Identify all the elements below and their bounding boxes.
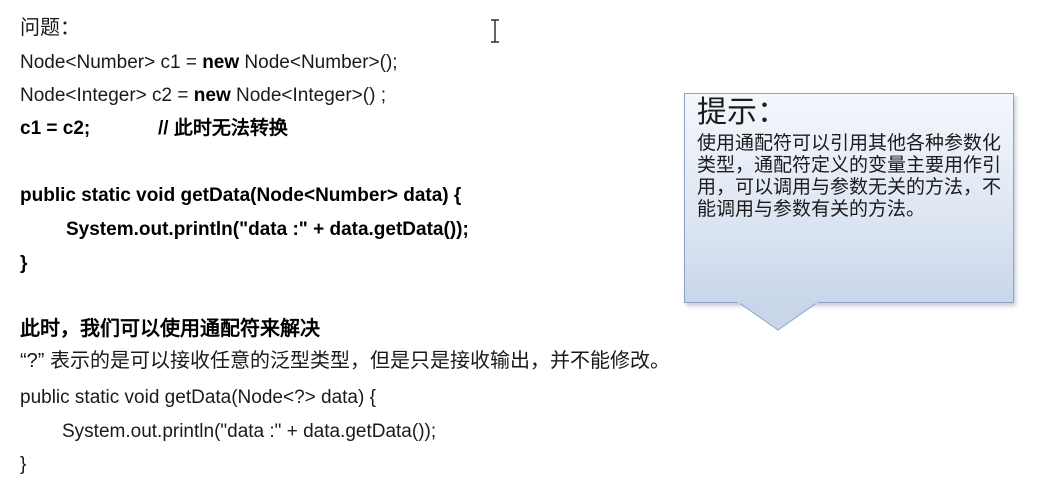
text-cursor-icon: [491, 19, 499, 43]
code-line-c1: Node<Number> c1 = new Node<Number>();: [20, 51, 398, 75]
keyword-new: new: [193, 85, 231, 106]
question-heading: 问题：: [20, 17, 80, 39]
method-signature-number: public static void getData(Node<Number> …: [20, 185, 462, 206]
method-close-brace-wildcard: }: [20, 454, 27, 475]
code-line-c2: Node<Integer> c2 = new Node<Integer>() ;: [20, 84, 386, 108]
solution-heading: 此时，我们可以使用通配符来解决: [20, 318, 320, 340]
code-comment: // 此时无法转换: [158, 118, 288, 139]
code-line-assign: c1 = c2; // 此时无法转换: [20, 117, 288, 141]
method-body-number: System.out.println("data :" + data.getDa…: [66, 219, 469, 240]
code-text: Node<Integer>() ;: [230, 85, 386, 106]
hint-title: 提示：: [697, 95, 787, 130]
method-close-brace: }: [20, 253, 28, 274]
wildcard-explanation: “?” 表示的是可以接收任意的泛型类型，但是只是接收输出，并不能修改。: [20, 350, 670, 372]
callout-pointer: [738, 302, 818, 331]
hint-callout: 提示： 使用通配符可以引用其他各种参数化类型，通配符定义的变量主要用作引用，可以…: [684, 93, 1014, 303]
code-text: Node<Number>();: [239, 52, 398, 73]
hint-body: 使用通配符可以引用其他各种参数化类型，通配符定义的变量主要用作引用，可以调用与参…: [697, 132, 1002, 220]
keyword-new: new: [202, 52, 240, 73]
method-signature-wildcard: public static void getData(Node<?> data)…: [20, 387, 376, 408]
method-body-wildcard: System.out.println("data :" + data.getDa…: [62, 421, 437, 442]
code-text: Node<Number> c1 =: [20, 52, 203, 73]
code-text: c1 = c2;: [20, 118, 91, 139]
code-text: Node<Integer> c2 =: [20, 85, 194, 106]
